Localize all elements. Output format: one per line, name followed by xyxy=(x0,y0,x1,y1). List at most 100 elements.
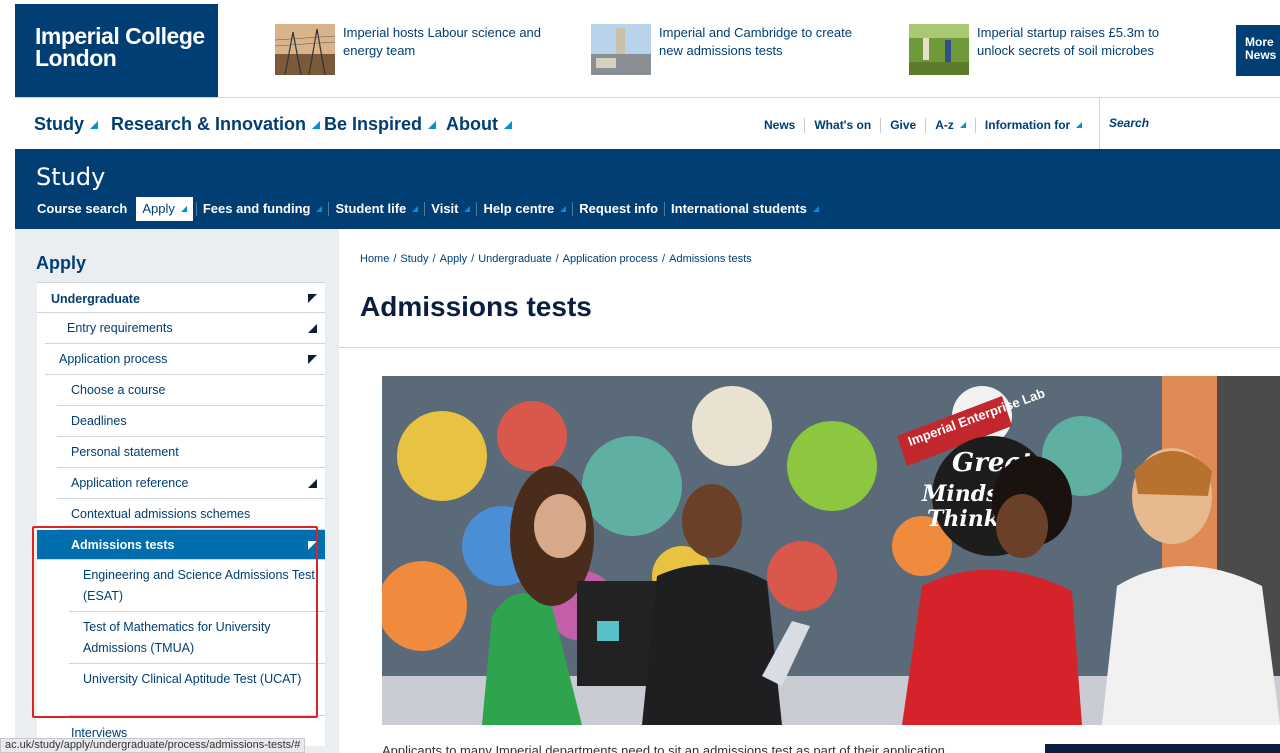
breadcrumb-application-process[interactable]: Application process xyxy=(563,253,658,265)
dropdown-triangle-icon xyxy=(959,122,966,128)
sidebar: Apply Undergraduate Entry requirements A… xyxy=(15,229,339,753)
top-header: Imperial College London Imperial hosts L… xyxy=(0,0,1280,98)
sidebar-item-label: Choose a course xyxy=(71,383,166,397)
subnav-label: Help centre xyxy=(483,201,555,216)
sidebar-item-personal-statement[interactable]: Personal statement xyxy=(57,437,325,468)
subnav-help-centre[interactable]: Help centre xyxy=(476,202,572,216)
sidebar-item-application-process[interactable]: Application process xyxy=(45,344,325,375)
news-item[interactable]: Imperial startup raises £5.3m to unlock … xyxy=(909,24,1167,75)
dropdown-triangle-icon xyxy=(312,121,321,129)
collapsed-arrow-icon xyxy=(308,324,317,333)
news-title: Imperial startup raises £5.3m to unlock … xyxy=(977,25,1160,58)
util-label: Information for xyxy=(984,118,1071,132)
nav-be-inspired[interactable]: Be Inspired xyxy=(324,114,437,135)
nav-research-innovation[interactable]: Research & Innovation xyxy=(111,114,321,135)
sidebar-item-tmua[interactable]: Test of Mathematics for University Admis… xyxy=(69,612,325,664)
study-subnav: Course search Apply Fees and funding Stu… xyxy=(31,197,825,221)
sidebar-item-entry-requirements[interactable]: Entry requirements xyxy=(45,313,325,344)
subnav-label: Fees and funding xyxy=(202,201,311,216)
more-news-button[interactable]: More News xyxy=(1236,25,1280,76)
dropdown-triangle-icon xyxy=(316,206,323,212)
util-news[interactable]: News xyxy=(755,118,804,133)
sidebar-item-esat[interactable]: Engineering and Science Admissions Test … xyxy=(69,560,325,612)
sidebar-item-label: Deadlines xyxy=(71,414,127,428)
breadcrumb: Home / Study / Apply / Undergraduate / Appli… xyxy=(360,253,752,265)
dropdown-triangle-icon xyxy=(180,206,187,212)
nav-label: Study xyxy=(34,114,85,134)
nav-label: Be Inspired xyxy=(324,114,423,134)
nav-label: Research & Innovation xyxy=(111,114,307,134)
util-whats-on[interactable]: What's on xyxy=(804,118,880,133)
imperial-logo[interactable]: Imperial College London xyxy=(15,4,218,97)
subnav-label: Visit xyxy=(431,201,459,216)
dropdown-triangle-icon xyxy=(90,121,99,129)
news-title: Imperial and Cambridge to create new adm… xyxy=(659,25,852,58)
search-label: Search xyxy=(1109,116,1150,130)
sidebar-item-label: Personal statement xyxy=(71,445,179,459)
expanded-arrow-icon xyxy=(308,294,317,303)
hero-image: Imperial Enterprise Lab Great Minds D Th… xyxy=(382,376,1280,725)
collapsed-arrow-icon xyxy=(308,479,317,488)
sidebar-item-label: Contextual admissions schemes xyxy=(71,507,251,521)
sidebar-item-label: Application process xyxy=(59,352,168,366)
util-label: A-z xyxy=(935,118,954,132)
news-item[interactable]: Imperial hosts Labour science and energy… xyxy=(275,24,548,75)
sidebar-item-label: Application reference xyxy=(71,476,189,490)
dropdown-triangle-icon xyxy=(1076,122,1083,128)
sidebar-item-application-reference[interactable]: Application reference xyxy=(57,468,325,499)
breadcrumb-separator: / xyxy=(471,253,475,265)
breadcrumb-undergraduate[interactable]: Undergraduate xyxy=(478,253,551,265)
subnav-request-info[interactable]: Request info xyxy=(572,202,664,216)
subnav-international-students[interactable]: International students xyxy=(664,202,825,216)
page-title: Admissions tests xyxy=(360,291,592,322)
dropdown-triangle-icon xyxy=(503,121,512,129)
utility-nav: News What's on Give A-z Information for xyxy=(755,118,1091,133)
util-give[interactable]: Give xyxy=(880,118,925,133)
sidebar-item-deadlines[interactable]: Deadlines xyxy=(57,406,325,437)
nav-study[interactable]: Study xyxy=(34,114,99,135)
main-nav: Study Research & Innovation Be Inspired … xyxy=(0,98,1280,149)
main-content: Home / Study / Apply / Undergraduate / Appli… xyxy=(339,229,1280,753)
sidebar-item-label: Entry requirements xyxy=(67,321,173,335)
breadcrumb-study[interactable]: Study xyxy=(400,253,428,265)
sidebar-item-undergraduate[interactable]: Undergraduate xyxy=(37,282,325,313)
sidebar-item-admissions-tests[interactable]: Admissions tests xyxy=(37,530,325,560)
subnav-course-search[interactable]: Course search xyxy=(31,202,133,216)
news-item[interactable]: Imperial and Cambridge to create new adm… xyxy=(591,24,864,75)
dropdown-triangle-icon xyxy=(812,206,819,212)
subnav-fees-funding[interactable]: Fees and funding xyxy=(195,201,329,216)
cta-button[interactable] xyxy=(1045,744,1280,753)
breadcrumb-separator: / xyxy=(393,253,397,265)
logo-text: Imperial College London xyxy=(35,23,205,71)
sidebar-heading: Apply xyxy=(36,253,87,273)
subnav-label: International students xyxy=(671,201,807,216)
subnav-apply[interactable]: Apply xyxy=(136,197,193,221)
sidebar-menu: Undergraduate Entry requirements Applica… xyxy=(37,282,325,746)
breadcrumb-apply[interactable]: Apply xyxy=(440,253,468,265)
sidebar-item-label: University Clinical Aptitude Test (UCAT) xyxy=(83,672,302,686)
dropdown-triangle-icon xyxy=(464,206,471,212)
sidebar-item-contextual-admissions[interactable]: Contextual admissions schemes xyxy=(57,499,325,530)
breadcrumb-home[interactable]: Home xyxy=(360,253,389,265)
news-thumbnail xyxy=(591,24,651,75)
breadcrumb-separator: / xyxy=(432,253,436,265)
dropdown-triangle-icon xyxy=(560,206,567,212)
util-a-z[interactable]: A-z xyxy=(925,118,975,133)
page: Imperial College London Imperial hosts L… xyxy=(0,0,1280,753)
subnav-visit[interactable]: Visit xyxy=(424,202,476,216)
sidebar-item-label: Admissions tests xyxy=(71,538,175,552)
sidebar-item-label: Undergraduate xyxy=(51,292,140,306)
dropdown-triangle-icon xyxy=(412,206,419,212)
expanded-arrow-icon xyxy=(308,355,317,364)
search-box[interactable]: Search xyxy=(1099,98,1280,149)
nav-label: About xyxy=(446,114,498,134)
sidebar-item-choose-course[interactable]: Choose a course xyxy=(57,375,325,406)
section-title: Study xyxy=(36,163,106,191)
util-information-for[interactable]: Information for xyxy=(974,118,1091,133)
subnav-student-life[interactable]: Student life xyxy=(328,202,424,216)
sidebar-item-label: Engineering and Science Admissions Test … xyxy=(83,568,315,603)
nav-about[interactable]: About xyxy=(446,114,512,135)
sidebar-item-ucat[interactable]: University Clinical Aptitude Test (UCAT) xyxy=(69,664,325,716)
breadcrumb-separator: / xyxy=(662,253,666,265)
study-bar: Study Course search Apply Fees and fundi… xyxy=(15,149,1280,229)
